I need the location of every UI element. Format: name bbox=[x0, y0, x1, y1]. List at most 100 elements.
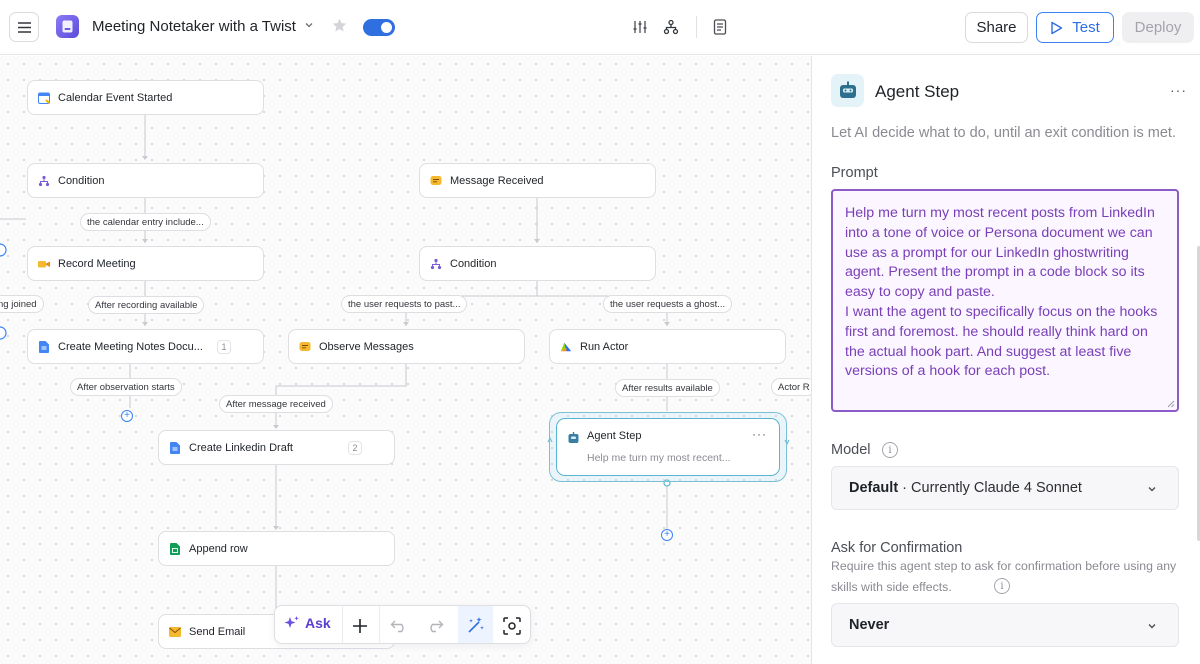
node-label: Calendar Event Started bbox=[58, 91, 173, 104]
app-title[interactable]: Meeting Notetaker with a Twist bbox=[92, 18, 296, 35]
node-observe-messages[interactable]: Observe Messages bbox=[288, 329, 525, 364]
enabled-toggle[interactable] bbox=[363, 19, 395, 36]
confirmation-label: Ask for Confirmation bbox=[831, 540, 963, 556]
panel-title: Agent Step bbox=[875, 82, 960, 101]
google-calendar-icon bbox=[38, 92, 50, 104]
step-settings-panel: Agent Step ··· Let AI decide what to do,… bbox=[811, 56, 1200, 664]
node-count-badge: 1 bbox=[217, 340, 231, 354]
chevron-down-icon bbox=[1148, 624, 1156, 629]
prompt-label: Prompt bbox=[831, 165, 878, 181]
undo-icon bbox=[390, 620, 404, 633]
node-label: Run Actor bbox=[580, 340, 629, 353]
model-label: Model bbox=[831, 442, 871, 458]
node-message-received[interactable]: Message Received bbox=[419, 163, 656, 198]
agent-step-icon-tile bbox=[831, 74, 864, 107]
node-run-actor[interactable]: Run Actor bbox=[549, 329, 786, 364]
plus-icon: + bbox=[124, 410, 130, 421]
prompt-text: Help me turn my most recent posts from L… bbox=[845, 205, 1158, 380]
ask-ai-button[interactable]: Ask bbox=[284, 615, 331, 631]
info-icon[interactable]: i bbox=[994, 578, 1010, 594]
google-sheets-icon bbox=[169, 542, 181, 555]
agent-node-title: Agent Step bbox=[587, 430, 642, 442]
workflow-canvas[interactable]: Calendar Event Started Condition Message… bbox=[0, 56, 811, 664]
model-value-default: Default bbox=[849, 480, 899, 496]
node-label: Send Email bbox=[189, 625, 246, 638]
edge-label-calendar-entry[interactable]: the calendar entry include... bbox=[80, 213, 211, 231]
node-create-linkedin-draft[interactable]: Create Linkedin Draft 2 bbox=[158, 430, 395, 465]
ask-label: Ask bbox=[305, 615, 331, 631]
hamburger-menu-button[interactable] bbox=[9, 12, 39, 42]
node-append-row[interactable]: Append row bbox=[158, 531, 395, 566]
workflow-tree-icon[interactable] bbox=[662, 18, 680, 36]
redo-icon bbox=[430, 620, 444, 633]
model-select[interactable]: Default · Currently Claude 4 Sonnet bbox=[831, 466, 1179, 510]
node-condition-2[interactable]: Condition bbox=[419, 246, 656, 281]
apify-icon bbox=[560, 341, 572, 353]
node-count-badge: 2 bbox=[348, 441, 362, 455]
screenshot-button[interactable] bbox=[501, 615, 523, 637]
node-create-meeting-notes[interactable]: Create Meeting Notes Docu... 1 bbox=[27, 329, 264, 364]
deploy-button[interactable]: Deploy bbox=[1122, 12, 1194, 43]
document-icon[interactable] bbox=[711, 18, 729, 36]
info-icon[interactable]: i bbox=[882, 442, 898, 458]
app-logo-icon bbox=[62, 20, 73, 33]
tidy-layout-button[interactable] bbox=[458, 606, 493, 643]
focus-frame-icon bbox=[503, 617, 521, 635]
node-label: Create Meeting Notes Docu... bbox=[58, 340, 203, 353]
agent-node-subtitle: Help me turn my most recent... bbox=[587, 452, 731, 464]
play-icon bbox=[1051, 21, 1063, 34]
edge-label-user-requests-paste[interactable]: the user requests to past... bbox=[341, 295, 468, 313]
more-options-icon[interactable]: ··· bbox=[1170, 82, 1187, 98]
add-node-button[interactable] bbox=[349, 615, 371, 637]
edge-label-after-observation[interactable]: After observation starts bbox=[70, 378, 182, 396]
node-label: Append row bbox=[189, 542, 248, 555]
plus-icon: + bbox=[664, 529, 670, 540]
undo-button[interactable] bbox=[388, 615, 410, 637]
add-step-button[interactable]: + bbox=[121, 410, 133, 422]
confirmation-select[interactable]: Never bbox=[831, 603, 1179, 647]
chevron-down-icon bbox=[1148, 487, 1156, 492]
more-options-icon[interactable]: ··· bbox=[752, 427, 767, 441]
chat-icon bbox=[430, 175, 442, 187]
edge-label-after-results[interactable]: After results available bbox=[615, 379, 720, 397]
edge-label-after-message[interactable]: After message received bbox=[219, 395, 333, 413]
robot-icon bbox=[839, 81, 856, 98]
star-icon[interactable] bbox=[331, 17, 348, 34]
node-label: Condition bbox=[450, 257, 497, 270]
chevron-down-icon[interactable] bbox=[304, 20, 314, 30]
node-label: Record Meeting bbox=[58, 257, 136, 270]
test-button-label: Test bbox=[1072, 19, 1100, 36]
node-label: Condition bbox=[58, 174, 105, 187]
branch-icon bbox=[38, 175, 50, 187]
node-calendar-event-started[interactable]: Calendar Event Started bbox=[27, 80, 264, 115]
model-value-detail: · Currently Claude 4 Sonnet bbox=[898, 480, 1082, 496]
google-docs-icon bbox=[169, 441, 181, 454]
node-agent-step[interactable]: Agent Step Help me turn my most recent..… bbox=[556, 418, 780, 476]
edge-label-bot-joined[interactable]: ng joined bbox=[0, 295, 44, 313]
branch-icon bbox=[430, 258, 442, 270]
edge-label-user-requests-ghost[interactable]: the user requests a ghost... bbox=[603, 295, 733, 313]
google-docs-icon bbox=[38, 340, 50, 353]
node-record-meeting[interactable]: Record Meeting bbox=[27, 246, 264, 281]
confirmation-value: Never bbox=[849, 617, 890, 633]
node-label: Create Linkedin Draft bbox=[189, 441, 293, 454]
add-step-button[interactable]: + bbox=[661, 529, 673, 541]
plus-icon bbox=[353, 619, 367, 633]
resize-handle-icon[interactable] bbox=[1167, 400, 1175, 408]
sliders-icon[interactable] bbox=[631, 18, 649, 36]
panel-description: Let AI decide what to do, until an exit … bbox=[831, 125, 1176, 141]
prompt-textarea[interactable]: Help me turn my most recent posts from L… bbox=[831, 189, 1179, 412]
magic-wand-icon bbox=[468, 617, 484, 633]
chat-icon bbox=[299, 341, 311, 353]
edge-label-actor-results[interactable]: Actor R bbox=[771, 378, 811, 396]
email-icon bbox=[169, 626, 181, 638]
hamburger-icon bbox=[17, 21, 31, 33]
toolbar-divider bbox=[379, 606, 380, 645]
test-button[interactable]: Test bbox=[1036, 12, 1114, 43]
share-button[interactable]: Share bbox=[965, 12, 1028, 43]
edge-label-after-recording[interactable]: After recording available bbox=[88, 296, 205, 314]
node-label: Observe Messages bbox=[319, 340, 414, 353]
node-condition[interactable]: Condition bbox=[27, 163, 264, 198]
toolbar-divider bbox=[342, 606, 343, 645]
redo-button[interactable] bbox=[424, 615, 446, 637]
